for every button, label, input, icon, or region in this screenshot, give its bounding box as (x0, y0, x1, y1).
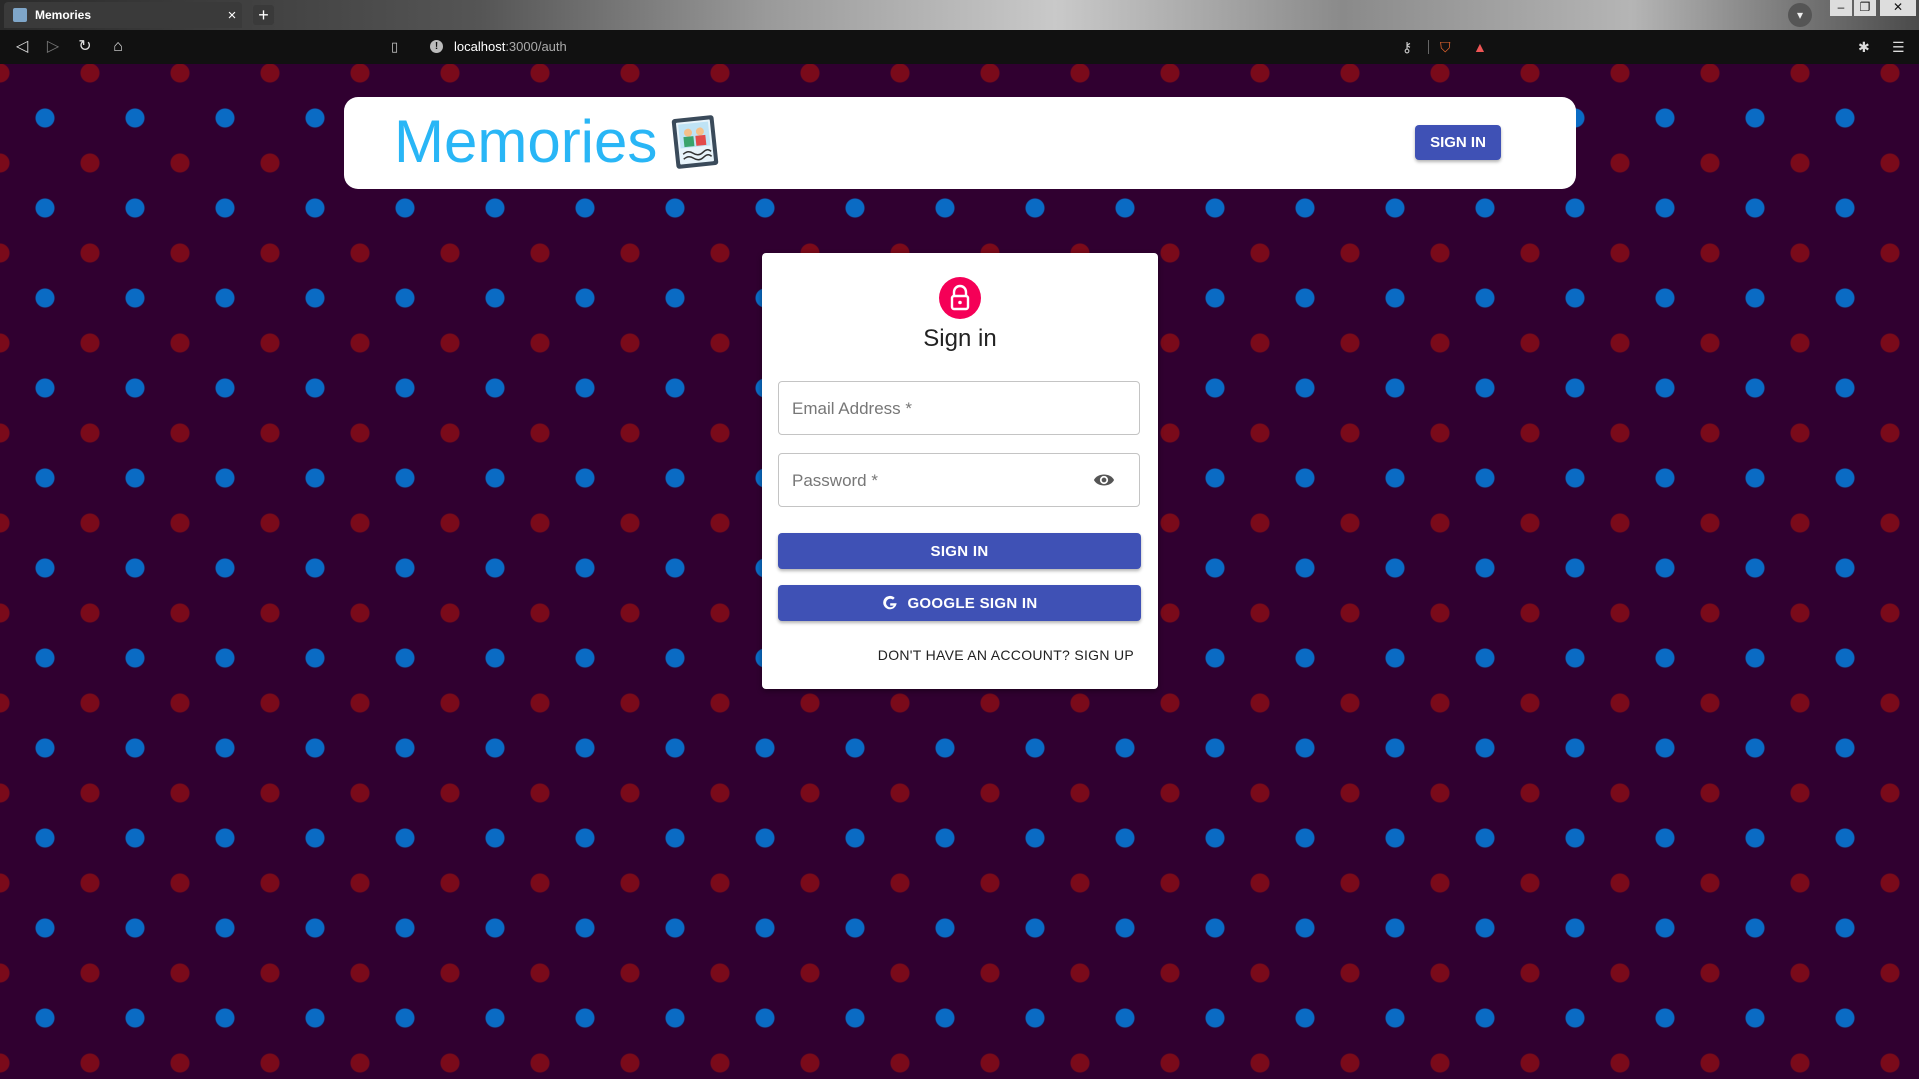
google-g-icon (883, 595, 898, 610)
sign-in-button[interactable]: SIGN IN (778, 533, 1141, 569)
rewards-triangle-icon[interactable]: ▲ (1473, 39, 1487, 55)
google-sign-in-label: GOOGLE SIGN IN (907, 594, 1038, 612)
switch-to-sign-up-link[interactable]: DON'T HAVE AN ACCOUNT? SIGN UP (878, 647, 1134, 663)
profile-icon[interactable]: ▾ (1788, 3, 1812, 27)
back-icon[interactable]: ◁ (12, 38, 32, 56)
lock-icon (950, 284, 970, 311)
google-sign-in-button[interactable]: GOOGLE SIGN IN (778, 585, 1141, 621)
address-bar[interactable]: localhost:3000/auth (454, 39, 567, 54)
home-icon[interactable]: ⌂ (108, 38, 128, 56)
menu-icon[interactable]: ☰ (1892, 39, 1905, 56)
eye-icon[interactable] (1093, 471, 1115, 489)
bookmark-icon[interactable]: ▯ (391, 39, 398, 55)
password-placeholder: Password * (792, 471, 878, 490)
brand-title[interactable]: Memories (394, 109, 657, 175)
close-window-button[interactable]: ✕ (1880, 0, 1916, 16)
tab-favicon-icon (13, 8, 27, 22)
sign-in-title: Sign in (923, 325, 997, 352)
browser-tab[interactable]: Memories × (4, 2, 242, 28)
email-field[interactable]: Email Address * (778, 381, 1140, 435)
app-bar: Memories SIGN IN (344, 97, 1576, 189)
toolbar-divider (1428, 40, 1429, 54)
email-placeholder: Email Address * (792, 399, 912, 418)
extensions-icon[interactable]: ✱ (1858, 39, 1870, 56)
tab-title: Memories (35, 8, 92, 22)
url-host: localhost (454, 39, 506, 54)
minimize-button[interactable]: – (1830, 0, 1852, 16)
sign-in-card: Sign in Email Address * Password * SIGN … (762, 253, 1158, 689)
key-icon[interactable]: ⚷ (1402, 39, 1412, 56)
url-path: :3000/auth (505, 39, 567, 54)
browser-toolbar: ◁ ▷ ↻ ⌂ ▯ (0, 30, 1919, 64)
new-tab-button[interactable]: + (253, 5, 274, 25)
tab-close-icon[interactable]: × (222, 7, 242, 24)
forward-icon[interactable]: ▷ (43, 38, 63, 56)
brave-shield-icon[interactable]: ⛉ (1440, 39, 1451, 56)
reload-icon[interactable]: ↻ (75, 38, 95, 56)
photo-memories-icon (671, 115, 719, 169)
password-field[interactable]: Password * (778, 453, 1140, 507)
restore-button[interactable]: ❐ (1854, 0, 1876, 16)
browser-tab-strip: Memories × + ▾ – ❐ ✕ (0, 0, 1919, 30)
site-info-icon[interactable]: ! (430, 40, 443, 53)
lock-avatar (939, 277, 981, 319)
appbar-sign-in-button[interactable]: SIGN IN (1415, 125, 1501, 160)
